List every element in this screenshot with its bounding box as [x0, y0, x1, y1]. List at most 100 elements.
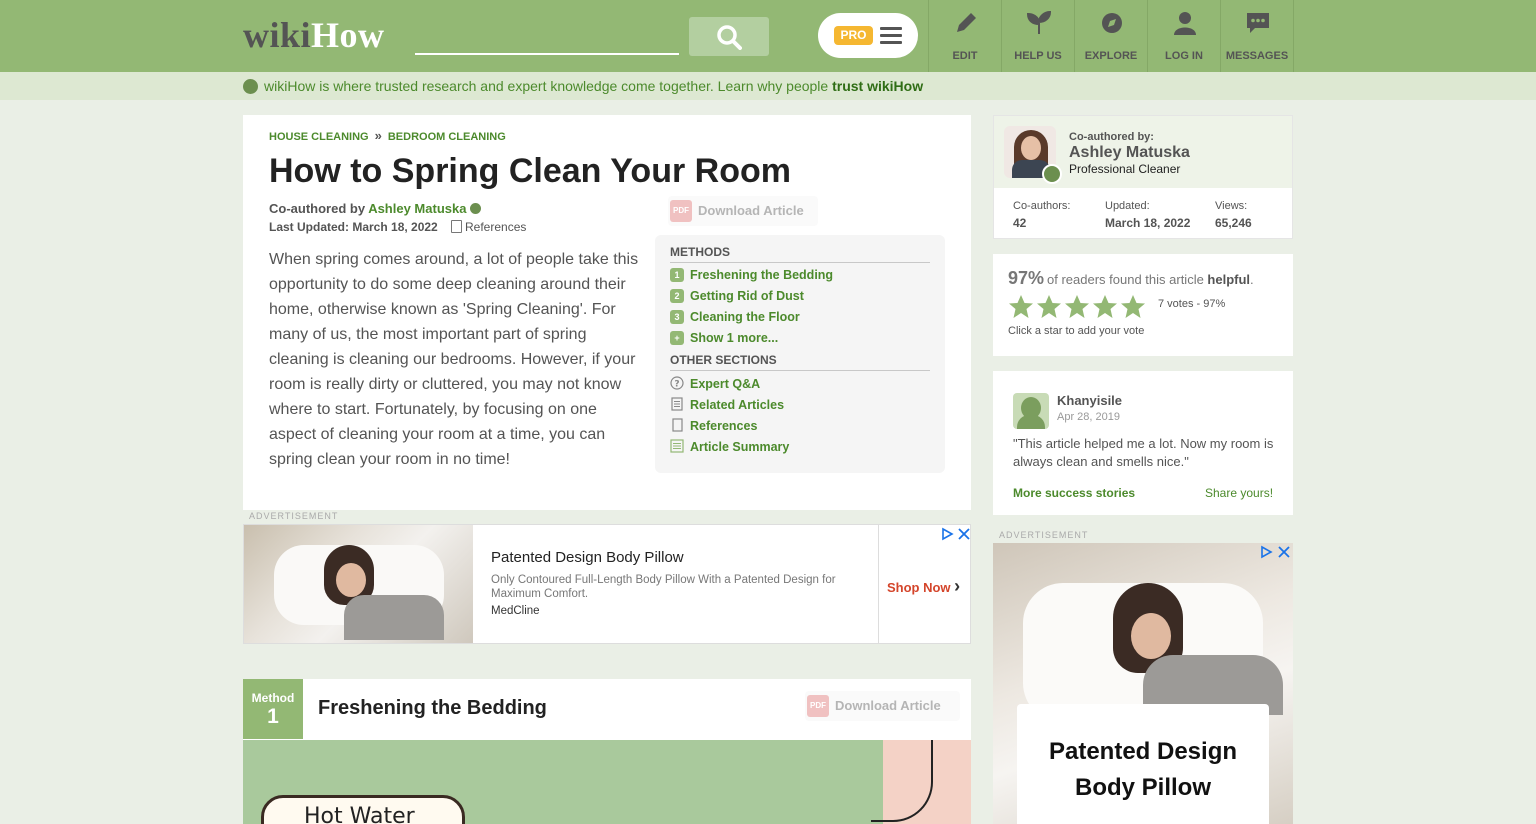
star-icon[interactable] — [1036, 294, 1062, 320]
nav-help-us-label: HELP US — [1014, 50, 1062, 62]
toc-methods-heading: METHODS — [670, 245, 930, 263]
nav-explore[interactable]: EXPLORE — [1074, 0, 1147, 72]
breadcrumb: HOUSE CLEANING » BEDROOM CLEANING — [269, 128, 506, 143]
method-download-button[interactable]: PDF Download Article — [805, 691, 960, 721]
toc-plus: + — [670, 331, 684, 345]
success-story-card: Khanyisile Apr 28, 2019 "This article he… — [993, 371, 1293, 515]
toc-references-label: References — [690, 419, 758, 433]
story-quote: "This article helped me a lot. Now my ro… — [1013, 436, 1274, 469]
ad-shop-now-button[interactable]: Shop Now › — [887, 576, 960, 597]
download-article-button[interactable]: PDF Download Article — [668, 196, 818, 226]
star-icon[interactable] — [1064, 294, 1090, 320]
toc-method-2[interactable]: 2 Getting Rid of Dust — [670, 289, 804, 303]
toc-num-2: 2 — [670, 289, 684, 303]
helpful-text: of readers found this article helpful. — [1047, 272, 1254, 287]
ad-title[interactable]: Patented Design Body Pillow — [491, 549, 684, 566]
toc-article-summary[interactable]: Article Summary — [670, 439, 789, 454]
stat-coauthors-value[interactable]: 42 — [1013, 216, 1026, 230]
toc-method-1[interactable]: 1 Freshening the Bedding — [670, 268, 833, 282]
toc-references[interactable]: References — [670, 418, 757, 433]
close-icon[interactable] — [1277, 545, 1291, 559]
ad-brand: MedCline — [491, 605, 540, 617]
sidebar-ad-title: Patented Design Body Pillow — [1048, 738, 1238, 801]
helpful-text-post: . — [1250, 272, 1254, 287]
breadcrumb-bedroom-cleaning[interactable]: BEDROOM CLEANING — [388, 131, 506, 143]
author-name[interactable]: Ashley Matuska — [1069, 144, 1190, 162]
adchoices-icon[interactable] — [1259, 545, 1273, 559]
nav-messages[interactable]: MESSAGES — [1220, 0, 1294, 72]
references-link[interactable]: References — [451, 220, 526, 234]
method-number: 1 — [267, 705, 279, 728]
author-card-top: Co-authored by: Ashley Matuska Professio… — [994, 116, 1292, 188]
method-illustration[interactable]: Hot Water — [243, 740, 971, 824]
trust-wikihow-link[interactable]: trust wikiHow — [832, 78, 923, 94]
coauthor-prefix: Co-authored by — [269, 201, 369, 216]
trust-text: wikiHow is where trusted research and ex… — [264, 78, 923, 94]
close-icon[interactable] — [957, 527, 971, 541]
summary-icon — [670, 439, 684, 453]
click-star-hint: Click a star to add your vote — [1008, 325, 1145, 337]
question-icon: ? — [670, 376, 684, 390]
logo-how: How — [311, 15, 385, 55]
wikihow-logo[interactable]: wikiHow — [243, 14, 385, 56]
nav-log-in-label: LOG IN — [1165, 50, 1203, 62]
menu-button[interactable]: PRO — [818, 13, 918, 58]
references-link-label: References — [465, 220, 527, 234]
pro-badge[interactable]: PRO — [834, 26, 873, 45]
star-icon[interactable] — [1092, 294, 1118, 320]
person-icon — [1174, 12, 1196, 35]
search-button[interactable] — [689, 17, 769, 56]
toc-article-summary-label: Article Summary — [690, 440, 790, 454]
stat-updated-value: March 18, 2022 — [1105, 216, 1191, 230]
adchoices-icon[interactable] — [940, 527, 954, 541]
coauthored-by-label: Co-authored by: — [1069, 131, 1154, 143]
page-title: How to Spring Clean Your Room — [269, 152, 791, 190]
download-article-label: Download Article — [698, 203, 804, 218]
toc-show-more[interactable]: + Show 1 more... — [670, 331, 778, 345]
search-input[interactable] — [415, 20, 679, 55]
nav-edit-label: EDIT — [952, 50, 978, 62]
reader-name: Khanyisile — [1057, 393, 1123, 408]
verified-icon — [470, 203, 482, 214]
method-badge: Method 1 — [243, 679, 303, 739]
author-link[interactable]: Ashley Matuska — [368, 201, 466, 216]
compass-icon — [1102, 13, 1122, 33]
top-header: wikiHow PRO EDIT HELP US EXPLORE LOG IN … — [0, 0, 1536, 72]
toc-related-articles-label: Related Articles — [690, 398, 785, 412]
toc-method-3[interactable]: 3 Cleaning the Floor — [670, 310, 800, 324]
trust-banner: wikiHow is where trusted research and ex… — [0, 72, 1536, 100]
star-rating[interactable] — [1008, 294, 1148, 320]
logo-wiki: wiki — [243, 15, 312, 55]
stat-updated-label: Updated: — [1105, 200, 1150, 212]
helpful-text-bold: helpful — [1207, 272, 1251, 287]
toc-other-heading: OTHER SECTIONS — [670, 353, 930, 371]
sidebar-ad-box[interactable]: Patented Design Body Pillow — [1017, 704, 1269, 824]
more-success-stories-link[interactable]: More success stories — [1013, 486, 1135, 500]
ad-banner[interactable]: Patented Design Body Pillow Only Contour… — [243, 524, 971, 644]
breadcrumb-house-cleaning[interactable]: HOUSE CLEANING — [269, 131, 369, 143]
method-download-label: Download Article — [835, 698, 941, 713]
star-icon[interactable] — [1008, 294, 1034, 320]
illustration-sign: Hot Water — [261, 795, 465, 824]
toc-related-articles[interactable]: Related Articles — [670, 397, 784, 412]
stat-coauthors-label: Co-authors: — [1013, 200, 1071, 212]
star-icon[interactable] — [1120, 294, 1146, 320]
nav-explore-label: EXPLORE — [1084, 50, 1138, 62]
last-updated: Last Updated: March 18, 2022 — [269, 220, 438, 234]
document-lines-icon — [671, 397, 683, 411]
method-title: Freshening the Bedding — [318, 697, 547, 719]
ad-description: Only Contoured Full-Length Body Pillow W… — [491, 574, 836, 600]
pdf-icon: PDF — [670, 200, 692, 222]
author-card: Co-authored by: Ashley Matuska Professio… — [993, 115, 1293, 239]
toc-expert-qa[interactable]: ? Expert Q&A — [670, 376, 760, 391]
trust-text-body: wikiHow is where trusted research and ex… — [264, 78, 833, 94]
ad-image[interactable] — [244, 525, 473, 643]
share-yours-link[interactable]: Share yours! — [1205, 486, 1273, 500]
sidebar-ad[interactable]: Patented Design Body Pillow — [993, 543, 1293, 824]
toc-num-3: 3 — [670, 310, 684, 324]
illustration-sign-text: Hot Water — [304, 804, 415, 824]
document-icon — [451, 220, 462, 233]
nav-log-in[interactable]: LOG IN — [1147, 0, 1220, 72]
nav-edit[interactable]: EDIT — [928, 0, 1001, 72]
nav-help-us[interactable]: HELP US — [1001, 0, 1074, 72]
